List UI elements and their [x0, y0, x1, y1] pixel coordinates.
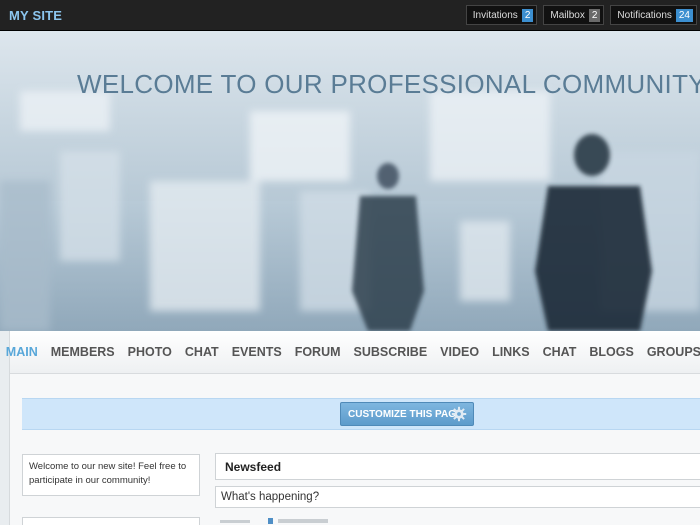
mailbox-label: Mailbox [550, 9, 585, 21]
nav-item-forum[interactable]: FORUM [295, 345, 341, 359]
top-bar: MY SITE Invitations 2 Mailbox 2 Notifica… [0, 0, 700, 31]
nav-item-photo[interactable]: PHOTO [128, 345, 172, 359]
hero-banner: WELCOME TO OUR PROFESSIONAL COMMUNITY WE… [0, 31, 700, 331]
invitations-label: Invitations [472, 9, 518, 21]
customize-page-button[interactable]: CUSTOMIZE THIS PAGE [340, 402, 474, 426]
nav-item-main[interactable]: MAIN [6, 345, 38, 359]
mailbox-button[interactable]: Mailbox 2 [543, 5, 605, 25]
nav-item-groups[interactable]: GROUPS [647, 345, 700, 359]
welcome-box: Welcome to our new site! Feel free to pa… [22, 454, 200, 496]
notifications-count-badge: 24 [675, 8, 693, 22]
nav-items: MAIN MEMBERS PHOTO CHAT EVENTS FORUM SUB… [6, 345, 700, 359]
nav-item-video[interactable]: VIDEO [440, 345, 479, 359]
site-name[interactable]: MY SITE [9, 8, 62, 23]
nav-item-events[interactable]: EVENTS [232, 345, 282, 359]
nav-item-chat-2[interactable]: CHAT [543, 345, 577, 359]
newsfeed-header: Newsfeed [215, 453, 700, 480]
nav-item-chat[interactable]: CHAT [185, 345, 219, 359]
customize-page-label: CUSTOMIZE THIS PAGE [348, 408, 463, 420]
nav-item-members[interactable]: MEMBERS [51, 345, 115, 359]
main-content: MAIN MEMBERS PHOTO CHAT EVENTS FORUM SUB… [6, 331, 700, 525]
notifications-button[interactable]: Notifications 24 [610, 5, 697, 25]
notifications-label: Notifications [617, 9, 672, 21]
invitations-count-badge: 2 [521, 8, 534, 22]
newsfeed-title: Newsfeed [225, 460, 282, 474]
customize-bar: CUSTOMIZE THIS PAGE [22, 398, 700, 430]
sidebar-box [22, 517, 200, 525]
invitations-button[interactable]: Invitations 2 [465, 5, 538, 25]
feed-item-fragment [220, 518, 328, 524]
mailbox-count-badge: 2 [588, 8, 601, 22]
gear-icon [451, 406, 467, 422]
main-nav: MAIN MEMBERS PHOTO CHAT EVENTS FORUM SUB… [6, 331, 700, 374]
top-buttons: Invitations 2 Mailbox 2 Notifications 24 [465, 5, 697, 25]
status-input[interactable] [215, 486, 700, 508]
nav-item-blogs[interactable]: BLOGS [589, 345, 633, 359]
welcome-text: Welcome to our new site! Feel free to pa… [29, 461, 187, 486]
nav-item-links[interactable]: LINKS [492, 345, 530, 359]
hero-title: WELCOME TO OUR PROFESSIONAL COMMUNITY WE… [77, 69, 700, 99]
nav-item-subscribe[interactable]: SUBSCRIBE [354, 345, 428, 359]
